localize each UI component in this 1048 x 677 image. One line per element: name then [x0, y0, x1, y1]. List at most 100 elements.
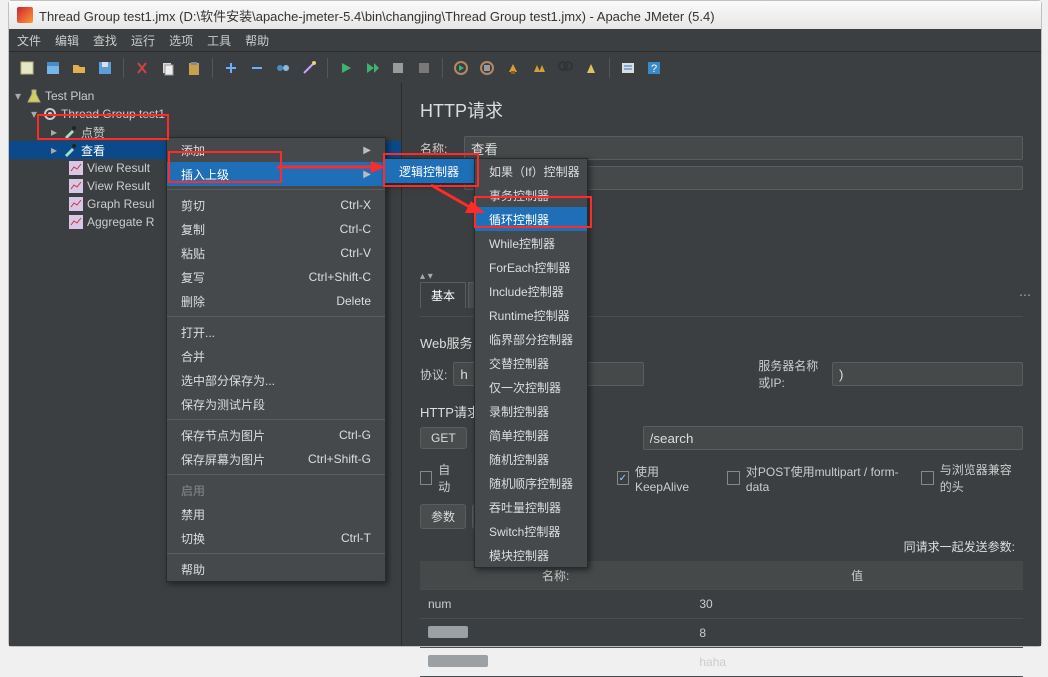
toolbar-start-no-pause-icon[interactable]: [360, 56, 384, 80]
toolbar-stop-icon[interactable]: [386, 56, 410, 80]
toolbar-paste-icon[interactable]: [182, 56, 206, 80]
toolbar-templates-icon[interactable]: [41, 56, 65, 80]
ctx3-switch[interactable]: Switch控制器: [475, 519, 587, 543]
toolbar-search-icon[interactable]: [553, 56, 577, 80]
toolbar-wand-icon[interactable]: [297, 56, 321, 80]
toolbar-remote-start-icon[interactable]: [449, 56, 473, 80]
multipart-checkbox[interactable]: 对POST使用multipart / form-data: [727, 463, 899, 494]
ctx-save-screen-image[interactable]: 保存屏幕为图片Ctrl+Shift-G: [167, 447, 385, 471]
menu-search[interactable]: 查找: [93, 32, 117, 49]
context-submenu-logic: 逻辑控制器▶: [384, 158, 476, 184]
ctx-merge[interactable]: 合并: [167, 344, 385, 368]
ctx3-throughput[interactable]: 吞吐量控制器: [475, 495, 587, 519]
menu-run[interactable]: 运行: [131, 32, 155, 49]
ctx-open[interactable]: 打开...: [167, 320, 385, 344]
menu-help[interactable]: 帮助: [245, 32, 269, 49]
ctx3-while[interactable]: While控制器: [475, 231, 587, 255]
ctx3-simple[interactable]: 简单控制器: [475, 423, 587, 447]
ctx3-loop[interactable]: 循环控制器: [475, 207, 587, 231]
name-label: 名称:: [420, 140, 464, 157]
panel-title: HTTP请求: [402, 83, 1041, 133]
ctx-save-selection[interactable]: 选中部分保存为...: [167, 368, 385, 392]
ctx3-runtime[interactable]: Runtime控制器: [475, 303, 587, 327]
ctx3-recording[interactable]: 录制控制器: [475, 399, 587, 423]
tab-basic[interactable]: 基本: [420, 282, 466, 308]
tab-params[interactable]: 参数: [420, 504, 466, 529]
toolbar-function-icon[interactable]: [616, 56, 640, 80]
menu-tools[interactable]: 工具: [207, 32, 231, 49]
ctx-add[interactable]: 添加▶: [167, 138, 385, 162]
toolbar-cut-icon[interactable]: [130, 56, 154, 80]
path-input[interactable]: [643, 426, 1023, 450]
ctx-logic-controller[interactable]: 逻辑控制器▶: [385, 159, 475, 183]
server-input[interactable]: [832, 362, 1023, 386]
name-input[interactable]: [464, 136, 1023, 160]
params-table: 名称: 值 num30 8 haha: [420, 561, 1023, 677]
toolbar-start-icon[interactable]: [334, 56, 358, 80]
toolbar-shutdown-icon[interactable]: [412, 56, 436, 80]
menu-file[interactable]: 文件: [17, 32, 41, 49]
ctx-insert-parent[interactable]: 插入上级▶: [167, 162, 385, 186]
toolbar-open-icon[interactable]: [67, 56, 91, 80]
method-select[interactable]: GET: [420, 427, 467, 449]
ctx3-once[interactable]: 仅一次控制器: [475, 375, 587, 399]
more-icon[interactable]: ⋯: [1009, 288, 1041, 302]
dropper-icon: [63, 125, 77, 139]
window-title: Thread Group test1.jmx (D:\软件安装\apache-j…: [39, 6, 715, 25]
titlebar[interactable]: Thread Group test1.jmx (D:\软件安装\apache-j…: [9, 1, 1041, 30]
table-row[interactable]: haha: [420, 648, 1023, 677]
ctx-enable[interactable]: 启用: [167, 478, 385, 502]
svg-text:?: ?: [651, 63, 657, 75]
ctx3-foreach[interactable]: ForEach控制器: [475, 255, 587, 279]
ctx3-module[interactable]: 模块控制器: [475, 543, 587, 567]
keepalive-checkbox[interactable]: ✓使用 KeepAlive: [617, 463, 706, 494]
ctx-toggle[interactable]: 切换Ctrl-T: [167, 526, 385, 550]
toolbar-help-icon[interactable]: ?: [642, 56, 666, 80]
col-value[interactable]: 值: [691, 561, 1023, 590]
result-icon: [69, 161, 83, 175]
toolbar-reset-search-icon[interactable]: [579, 56, 603, 80]
table-row[interactable]: 8: [420, 619, 1023, 648]
toolbar-save-icon[interactable]: [93, 56, 117, 80]
tree-thread-group[interactable]: ▾ Thread Group test1: [9, 105, 401, 123]
toolbar-copy-icon[interactable]: [156, 56, 180, 80]
ctx3-random-order[interactable]: 随机顺序控制器: [475, 471, 587, 495]
toolbar-new-icon[interactable]: [15, 56, 39, 80]
toolbar-toggle-icon[interactable]: [271, 56, 295, 80]
toolbar-minus-icon[interactable]: [245, 56, 269, 80]
table-row[interactable]: num30: [420, 590, 1023, 619]
ctx-duplicate[interactable]: 复写Ctrl+Shift-C: [167, 265, 385, 289]
result-icon: [69, 197, 83, 211]
ctx3-interleave[interactable]: 交替控制器: [475, 351, 587, 375]
gear-icon: [43, 107, 57, 121]
menu-options[interactable]: 选项: [169, 32, 193, 49]
app-window: Thread Group test1.jmx (D:\软件安装\apache-j…: [8, 0, 1042, 647]
flask-icon: [27, 89, 41, 103]
ctx-paste[interactable]: 粘贴Ctrl-V: [167, 241, 385, 265]
ctx-save-fragment[interactable]: 保存为测试片段: [167, 392, 385, 416]
ctx-disable[interactable]: 禁用: [167, 502, 385, 526]
ctx3-transaction[interactable]: 事务控制器: [475, 183, 587, 207]
ctx3-include[interactable]: Include控制器: [475, 279, 587, 303]
ctx-help[interactable]: 帮助: [167, 557, 385, 581]
auto-redirect-checkbox[interactable]: 自动: [420, 461, 459, 495]
tree-test-plan[interactable]: ▾ Test Plan: [9, 87, 401, 105]
menubar: 文件 编辑 查找 运行 选项 工具 帮助: [9, 29, 1041, 52]
ctx3-if[interactable]: 如果（If）控制器: [475, 159, 587, 183]
ctx-copy[interactable]: 复制Ctrl-C: [167, 217, 385, 241]
menu-edit[interactable]: 编辑: [55, 32, 79, 49]
ctx-delete[interactable]: 删除Delete: [167, 289, 385, 313]
context-menu: 添加▶ 插入上级▶ 剪切Ctrl-X 复制Ctrl-C 粘贴Ctrl-V 复写C…: [166, 137, 386, 582]
app-icon: [17, 7, 33, 23]
toolbar-clear-icon[interactable]: [501, 56, 525, 80]
toolbar-plus-icon[interactable]: [219, 56, 243, 80]
browser-compat-checkbox[interactable]: 与浏览器兼容的头: [921, 461, 1023, 495]
ctx3-random[interactable]: 随机控制器: [475, 447, 587, 471]
toolbar-clear-all-icon[interactable]: [527, 56, 551, 80]
toolbar: ?: [9, 52, 1041, 85]
ctx-save-node-image[interactable]: 保存节点为图片Ctrl-G: [167, 423, 385, 447]
result-icon: [69, 179, 83, 193]
ctx-cut[interactable]: 剪切Ctrl-X: [167, 193, 385, 217]
toolbar-remote-stop-icon[interactable]: [475, 56, 499, 80]
ctx3-critical[interactable]: 临界部分控制器: [475, 327, 587, 351]
